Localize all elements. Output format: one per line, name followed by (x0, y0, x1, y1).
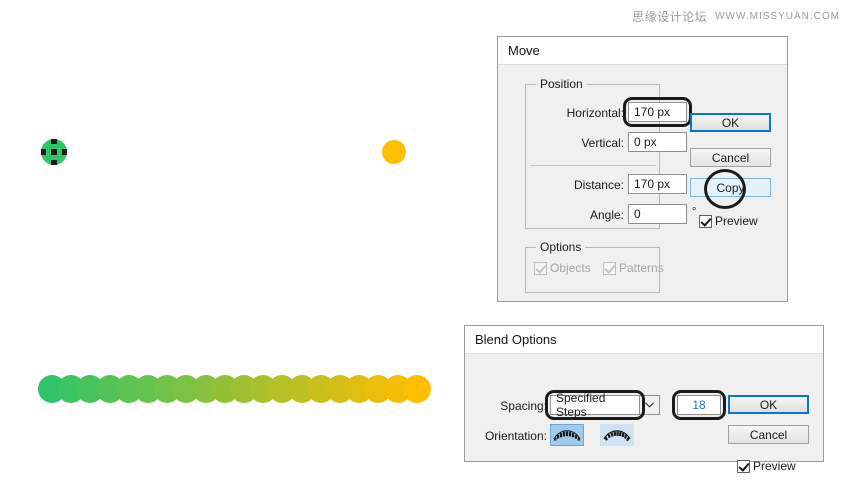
position-group-legend: Position (536, 77, 587, 91)
distance-label: Distance: (526, 178, 624, 192)
green-circle-shape[interactable] (41, 139, 67, 165)
objects-checkbox (534, 262, 547, 275)
move-ok-button[interactable]: OK (690, 113, 771, 132)
align-to-path-icon[interactable] (600, 424, 634, 446)
distance-input[interactable]: 170 px (628, 174, 687, 194)
chevron-down-icon[interactable] (640, 395, 660, 415)
orange-circle-shape[interactable] (382, 140, 406, 164)
angle-input[interactable]: 0 (628, 204, 687, 224)
patterns-checkbox-row: Patterns (603, 261, 664, 275)
blend-step-circle (403, 375, 431, 403)
blend-options-dialog: Blend Options Spacing: Specified Steps 1… (464, 325, 824, 462)
spacing-steps-input[interactable]: 18 (677, 395, 721, 415)
blend-preview-checkbox-row[interactable]: Preview (737, 459, 796, 473)
objects-checkbox-row: Objects (534, 261, 591, 275)
vertical-input[interactable]: 0 px (628, 132, 687, 152)
move-copy-button[interactable]: Copy (690, 178, 771, 197)
watermark: 思缘设计论坛 WWW.MISSYUAN.COM (632, 8, 840, 25)
blend-preview-label: Preview (753, 459, 796, 473)
move-dialog-title: Move (508, 43, 540, 58)
angle-unit-degree: ° (692, 206, 696, 218)
blend-preview-checkbox[interactable] (737, 460, 750, 473)
options-group-legend: Options (536, 240, 585, 254)
blend-dialog-titlebar: Blend Options (465, 326, 823, 354)
watermark-url-text: WWW.MISSYUAN.COM (715, 11, 840, 22)
move-dialog-titlebar: Move (498, 37, 787, 65)
watermark-cn-text: 思缘设计论坛 (632, 8, 707, 25)
position-separator (530, 165, 656, 166)
patterns-label: Patterns (619, 261, 664, 275)
objects-label: Objects (550, 261, 591, 275)
move-preview-checkbox-row[interactable]: Preview (699, 214, 758, 228)
horizontal-label: Horizontal: (526, 106, 624, 120)
align-to-page-icon[interactable] (550, 424, 584, 446)
spacing-steps-value: 18 (692, 398, 705, 412)
spacing-select-value: Specified Steps (550, 395, 640, 415)
move-preview-checkbox[interactable] (699, 215, 712, 228)
move-cancel-button[interactable]: Cancel (690, 148, 771, 167)
blend-result-row[interactable] (38, 375, 431, 405)
vertical-label: Vertical: (526, 136, 624, 150)
horizontal-input[interactable]: 170 px (628, 102, 687, 122)
blend-cancel-button[interactable]: Cancel (728, 425, 809, 444)
app-canvas: 思缘设计论坛 WWW.MISSYUAN.COM Move Position Ho… (0, 0, 850, 501)
angle-label: Angle: (526, 208, 624, 222)
blend-dialog-title: Blend Options (475, 332, 557, 347)
move-dialog: Move Position Horizontal: 170 px Vertica… (497, 36, 788, 302)
spacing-select[interactable]: Specified Steps (550, 395, 660, 415)
blend-ok-button[interactable]: OK (728, 395, 809, 414)
patterns-checkbox (603, 262, 616, 275)
orientation-label: Orientation: (481, 429, 547, 443)
move-preview-label: Preview (715, 214, 758, 228)
spacing-label: Spacing: (485, 399, 547, 413)
